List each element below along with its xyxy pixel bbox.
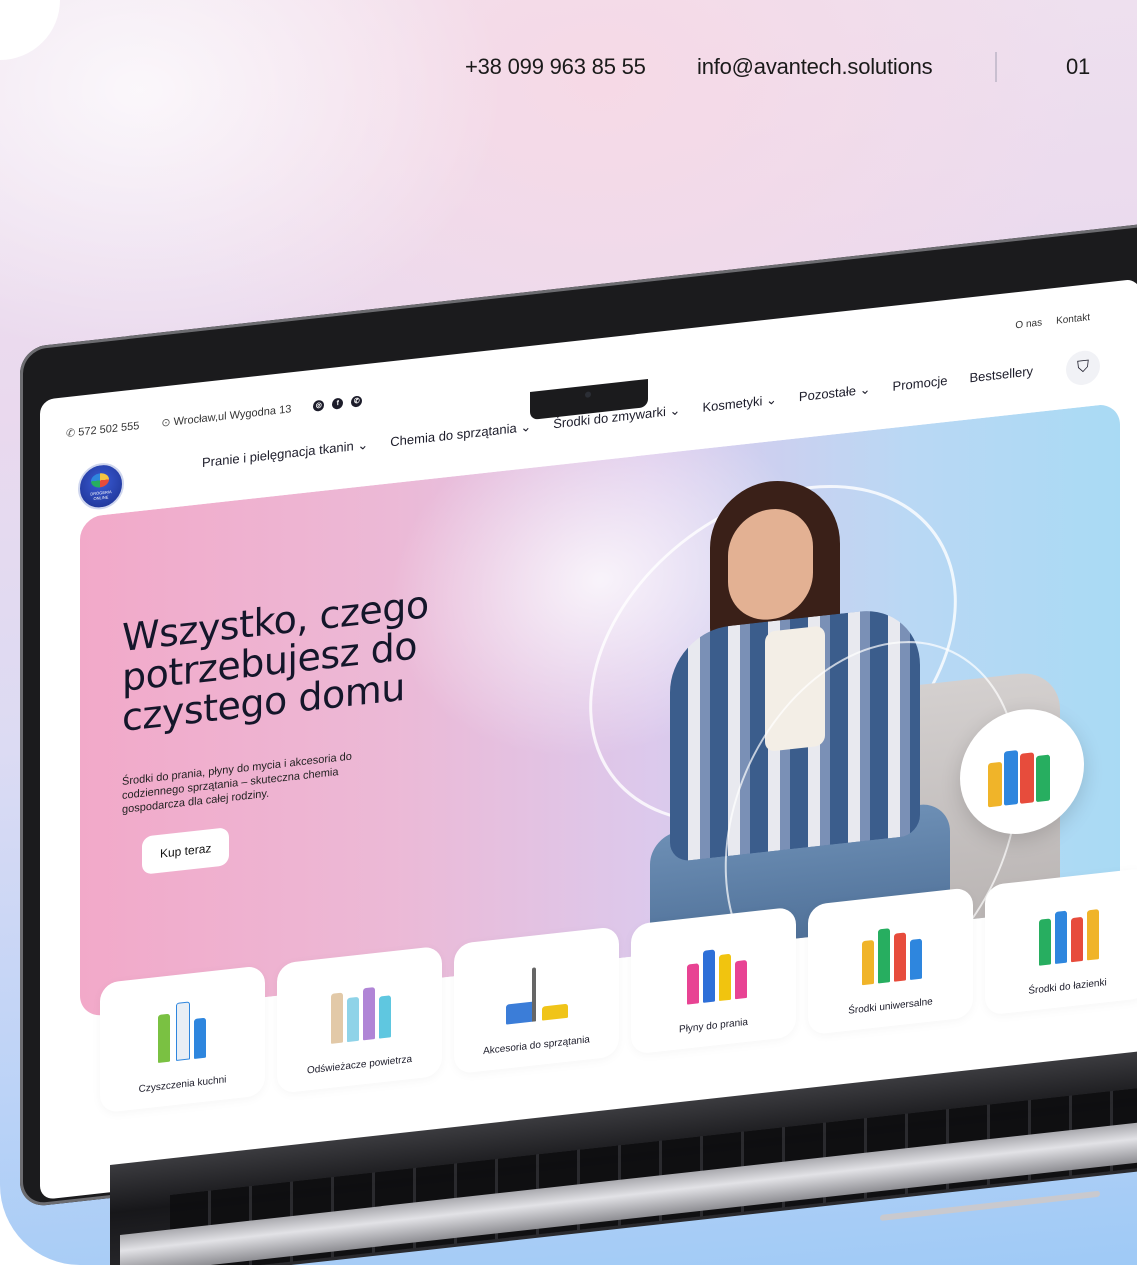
bottle <box>1086 909 1099 961</box>
category-image <box>325 971 395 1045</box>
bottle <box>346 996 359 1043</box>
bottle <box>378 995 391 1039</box>
bottle <box>1004 750 1018 806</box>
topbar-links: O nas Kontakt <box>1015 312 1090 331</box>
category-image <box>856 912 926 986</box>
category-label: Płyny do prania <box>679 1016 748 1036</box>
topbar-address: ⊙ Wrocław,ul Wygodna 13 <box>161 402 291 429</box>
category-label: Akcesoria do sprzątania <box>483 1034 590 1058</box>
category-image <box>502 951 572 1025</box>
nav-item-chemia[interactable]: Chemia do sprzątania ⌄ <box>390 419 531 451</box>
topbar-address-text: Wrocław,ul Wygodna 13 <box>173 403 292 429</box>
category-card[interactable]: Odświeżacze powietrza <box>277 945 442 1094</box>
category-image <box>1033 893 1103 967</box>
nav-item-kosmetyki[interactable]: Kosmetyki ⌄ <box>702 392 776 416</box>
bottle <box>362 987 375 1041</box>
category-card[interactable]: Akcesoria do sprzątania <box>454 926 619 1075</box>
facebook-icon[interactable]: f <box>332 397 344 410</box>
bottle <box>877 928 890 984</box>
bottle <box>157 1013 170 1064</box>
bottle <box>1020 752 1034 804</box>
presentation-canvas: +38 099 963 85 55 info@avantech.solution… <box>0 0 1137 1265</box>
camera-icon <box>585 391 591 398</box>
nav-item-pozostale[interactable]: Pozostałe ⌄ <box>799 381 871 405</box>
bottle <box>893 932 906 982</box>
topbar-phone[interactable]: ✆ 572 502 555 <box>66 419 139 440</box>
bottle <box>330 992 343 1044</box>
social-links: ◎ f ✆ <box>313 395 363 412</box>
category-label: Odświeżacze powietrza <box>306 1053 413 1077</box>
bottle <box>718 953 731 1002</box>
bottle <box>1054 910 1067 964</box>
nav-item-bestsellery[interactable]: Bestsellery <box>969 363 1033 386</box>
topbar-phone-text: 572 502 555 <box>78 420 140 439</box>
bottle <box>1070 916 1083 963</box>
location-pin-icon: ⊙ <box>161 416 171 430</box>
bottle <box>734 960 747 1000</box>
category-label: Środki uniwersalne <box>848 996 933 1017</box>
site-logo[interactable]: DROGERIA ONLINE <box>78 460 124 512</box>
category-card[interactable]: Środki uniwersalne <box>808 886 973 1036</box>
laptop-mockup: ✆ 572 502 555 ⊙ Wrocław,ul Wygodna 13 ◎ f … <box>0 0 1137 1265</box>
sponge <box>541 1003 568 1021</box>
bottle <box>1036 754 1050 803</box>
hero-title: Wszystko, czego potrzebujesz do czystego… <box>122 582 429 740</box>
logo-text: DROGERIA ONLINE <box>90 489 112 502</box>
category-image <box>148 990 218 1064</box>
bottle <box>193 1017 206 1060</box>
bottle <box>1038 918 1051 966</box>
instagram-icon[interactable]: ◎ <box>313 399 325 412</box>
hero-subtitle: Środki do prania, płyny do mycia i akces… <box>122 750 352 816</box>
phone-icon: ✆ <box>66 427 76 441</box>
bottle <box>702 949 715 1003</box>
category-image <box>679 932 749 1006</box>
category-label: Środki do łazienki <box>1028 977 1107 997</box>
website-preview: ✆ 572 502 555 ⊙ Wrocław,ul Wygodna 13 ◎ f … <box>40 279 1137 1200</box>
link-about[interactable]: O nas <box>1015 317 1042 331</box>
bottle <box>175 1001 190 1062</box>
category-card[interactable]: Płyny do prania <box>631 906 796 1055</box>
bottle <box>686 963 699 1005</box>
nav-item-pranie[interactable]: Pranie i pielęgnacja tkanin ⌄ <box>202 437 368 471</box>
link-contact[interactable]: Kontakt <box>1056 312 1090 327</box>
nav-item-promocje[interactable]: Promocje <box>893 373 948 395</box>
bottle <box>988 761 1002 808</box>
laptop-screen: ✆ 572 502 555 ⊙ Wrocław,ul Wygodna 13 ◎ f … <box>40 278 1137 1201</box>
buy-now-button[interactable]: Kup teraz <box>142 827 230 875</box>
whatsapp-icon[interactable]: ✆ <box>351 395 363 408</box>
bottle <box>909 938 922 981</box>
bottle <box>861 939 874 986</box>
site-topbar: ✆ 572 502 555 ⊙ Wrocław,ul Wygodna 13 ◎ f … <box>66 394 363 440</box>
category-card[interactable]: Czyszczenia kuchni <box>100 965 265 1114</box>
cart-basket-icon[interactable]: ⛉ <box>1066 348 1100 387</box>
category-card[interactable]: Środki do łazienki <box>985 867 1137 1016</box>
category-label: Czyszczenia kuchni <box>138 1074 227 1096</box>
mop <box>531 967 536 1022</box>
logo-leaf-icon <box>91 472 109 489</box>
